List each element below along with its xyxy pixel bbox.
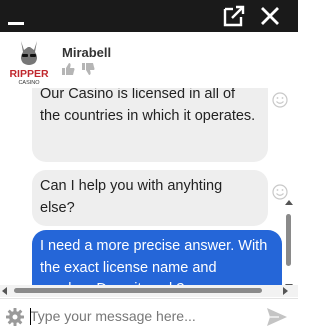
thumbs-down-icon[interactable]	[81, 62, 95, 76]
text-cursor	[30, 308, 31, 325]
smiley-icon[interactable]	[272, 184, 288, 200]
popout-icon[interactable]	[222, 4, 246, 28]
message-input[interactable]	[30, 305, 258, 327]
message-text: Can I help you with anyhting else?	[40, 178, 223, 216]
send-icon[interactable]	[266, 307, 288, 327]
agent-name: Mirabell	[62, 45, 112, 60]
bot-message: Can I help you with anyhting else?	[32, 170, 268, 226]
gear-icon[interactable]	[5, 307, 25, 327]
minimize-button[interactable]	[6, 6, 28, 26]
smiley-icon[interactable]	[272, 92, 288, 108]
horizontal-scroll-thumb[interactable]	[14, 288, 262, 293]
thumbs-up-icon[interactable]	[61, 62, 75, 76]
chat-header: RIPPER CASINO Mirabell	[0, 32, 298, 88]
message-composer	[0, 298, 298, 334]
logo-text-casino: CASINO	[18, 80, 40, 86]
vertical-scroll-thumb[interactable]	[286, 214, 291, 266]
scroll-left-arrow[interactable]	[2, 287, 7, 295]
bot-message: Our Casino is licensed in all of the cou…	[32, 88, 268, 162]
message-text: Our Casino is licensed in all of the cou…	[40, 88, 256, 124]
logo-text-ripper: RIPPER	[9, 68, 49, 80]
vertical-scrollbar[interactable]	[283, 200, 295, 292]
message-list[interactable]: Our Casino is licensed in all of the cou…	[0, 88, 298, 296]
horizontal-scrollbar[interactable]	[0, 285, 298, 297]
close-icon[interactable]	[258, 4, 282, 28]
scroll-up-arrow[interactable]	[285, 200, 293, 205]
chat-titlebar	[0, 0, 298, 32]
scroll-right-arrow[interactable]	[283, 287, 288, 295]
ripper-casino-logo: RIPPER CASINO	[8, 38, 50, 86]
